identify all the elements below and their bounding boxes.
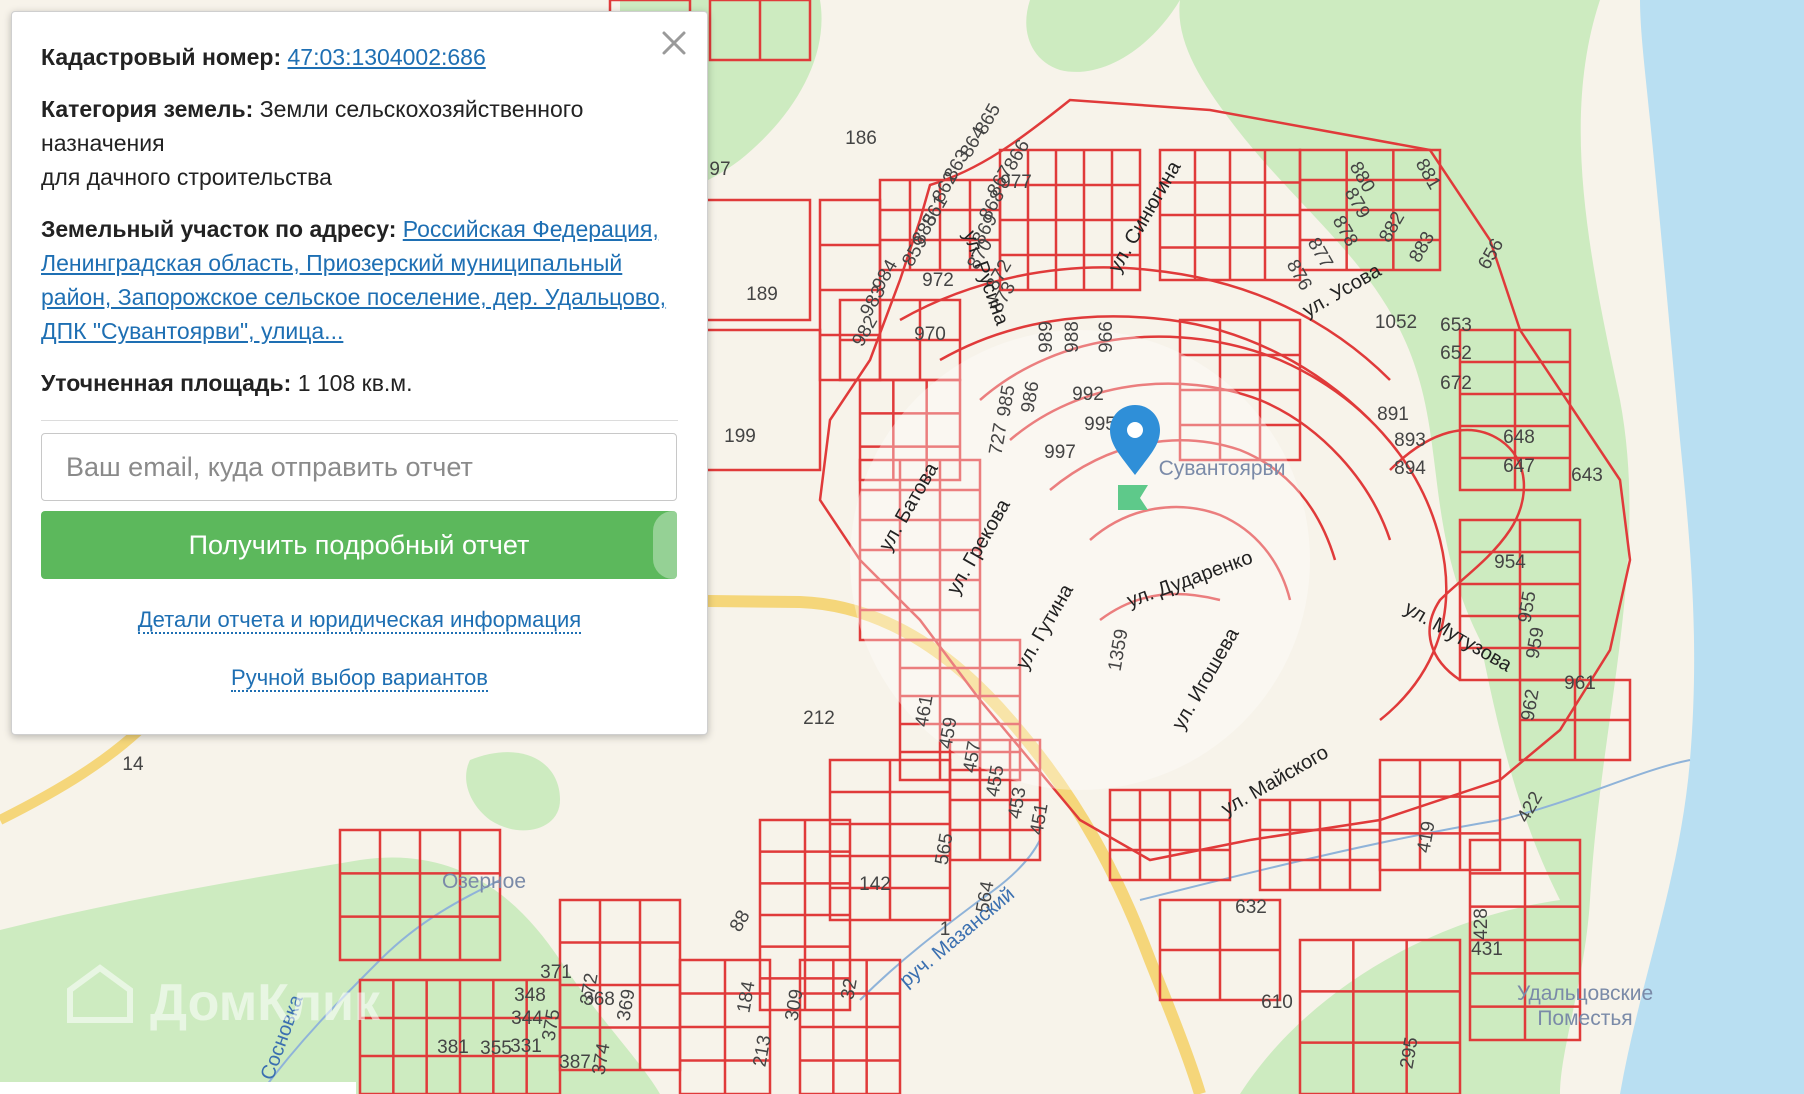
parcel-number-label: 142 [859, 874, 891, 895]
parcel-number-label: 189 [746, 284, 778, 305]
parcel-number-label: 212 [803, 708, 835, 729]
get-report-button[interactable]: Получить подробный отчет [41, 511, 677, 579]
report-details-link[interactable]: Детали отчета и юридическая информация [137, 607, 582, 634]
parcel-number-label: 643 [1571, 465, 1603, 486]
parcel-number-label: 632 [1235, 897, 1267, 918]
parcel-number-label: 989 [1036, 321, 1057, 353]
parcel-number-label: 962 [1517, 688, 1543, 723]
parcel-number-label: 1052 [1375, 312, 1417, 333]
parcel-number-label: 988 [1062, 321, 1083, 353]
parcel-number-label: 453 [1004, 786, 1030, 821]
parcel-number-label: 648 [1503, 427, 1535, 448]
parcel-number-label: 653 [1440, 315, 1472, 336]
bottom-strip [0, 1082, 356, 1094]
cadastral-number-link[interactable]: 47:03:1304002:686 [288, 44, 486, 70]
get-report-label: Получить подробный отчет [188, 529, 530, 560]
street-name-label: ул. Майского [1218, 741, 1333, 820]
parcel-number-label: 455 [982, 764, 1008, 799]
parcel-number-label: 387 [559, 1052, 591, 1073]
street-name-label: ул. Мутузова [1400, 597, 1516, 677]
parcel-number-label: 368 [583, 989, 615, 1010]
parcel-number-label: 565 [931, 832, 957, 867]
parcel-number-label: 954 [1494, 552, 1526, 573]
area-value: 1 108 кв.м. [297, 370, 413, 396]
parcel-number-label: 656 [1474, 235, 1508, 273]
manual-link-row: Ручной выбор вариантов [41, 665, 678, 692]
watermark-house-icon [67, 964, 133, 1023]
area-label: Уточненная площадь: [41, 370, 292, 396]
parcel-number-label: 982 [848, 312, 882, 350]
parcel-number-label: 14 [122, 754, 144, 775]
place-name-label: Поместья [1537, 1007, 1632, 1030]
parcel-number-label: 331 [510, 1036, 542, 1057]
place-name-label: Сувантоярви [1159, 457, 1286, 480]
parcel-number-label: 369 [613, 988, 639, 1023]
parcel-number-label: 672 [1440, 373, 1472, 394]
parcel-number-label: 97 [709, 159, 730, 180]
parcel-number-label: 647 [1503, 456, 1535, 477]
manual-selection-link[interactable]: Ручной выбор вариантов [231, 665, 488, 692]
parcel-number-label: 355 [480, 1038, 512, 1059]
parcel-number-label: 431 [1471, 939, 1503, 960]
street-name-label: ул. Усова [1299, 259, 1386, 322]
parcel-number-label: 32 [837, 977, 861, 1001]
parcel-number-label: 451 [1026, 802, 1052, 837]
street-name-label: ул. Синюгина [1104, 157, 1186, 277]
parcel-number-label: 992 [1072, 384, 1104, 405]
button-shine [653, 511, 677, 579]
parcel-number-label: 997 [1044, 442, 1076, 463]
parcel-number-label: 959 [1522, 626, 1548, 661]
parcel-number-label: 876 [1282, 256, 1316, 294]
parcel-number-label: 186 [845, 128, 877, 149]
parcel-number-label: 344 [511, 1008, 543, 1029]
parcel-number-label: 966 [1096, 321, 1117, 353]
parcel-number-label: 422 [1513, 788, 1547, 826]
parcel-number-label: 295 [1396, 1036, 1422, 1071]
parcel-number-label: 877 [1303, 234, 1337, 272]
parcel-number-label: 961 [1564, 673, 1596, 694]
parcel-number-label: 881 [1411, 155, 1445, 193]
street-name-label: руч. Мазанский [895, 883, 1018, 992]
cadastral-row: Кадастровый номер: 47:03:1304002:686 [41, 40, 678, 74]
parcel-number-label: 371 [540, 962, 572, 983]
parcel-number-label: 199 [724, 426, 756, 447]
category-use: для дачного строительства [41, 164, 332, 190]
parcel-number-label: 977 [1000, 172, 1032, 193]
parcel-number-label: 184 [733, 979, 759, 1014]
area-row: Уточненная площадь: 1 108 кв.м. [41, 366, 678, 400]
address-row: Земельный участок по адресу: Российская … [41, 212, 678, 348]
parcel-number-label: 309 [781, 988, 807, 1023]
place-name-label: Удальцовские [1517, 982, 1653, 1005]
address-label: Земельный участок по адресу: [41, 216, 397, 242]
parcel-number-label: 955 [1514, 590, 1540, 625]
parcel-info-popup: Кадастровый номер: 47:03:1304002:686 Кат… [11, 11, 708, 735]
parcel-number-label: 882 [1375, 208, 1409, 246]
parcel-number-label: 348 [514, 985, 546, 1006]
details-link-row: Детали отчета и юридическая информация [41, 607, 678, 634]
category-row: Категория земель: Земли сельскохозяйстве… [41, 92, 678, 194]
divider [41, 420, 678, 421]
parcel-number-label: 88 [726, 907, 755, 936]
place-name-label: Озерное [442, 870, 526, 893]
parcel-number-label: 894 [1394, 458, 1426, 479]
parcel-number-label: 77 [889, 0, 910, 5]
category-label: Категория земель: [41, 96, 254, 122]
parcel-number-label: 457 [959, 740, 985, 775]
parcel-number-label: 970 [914, 324, 946, 345]
email-input[interactable] [41, 433, 677, 501]
parcel-number-label: 891 [1377, 404, 1409, 425]
parcel-number-label: 374 [588, 1041, 614, 1076]
parcel-number-label: 381 [437, 1037, 469, 1058]
parcel-number-label: 419 [1413, 820, 1439, 855]
watermark-logo: ДомКлик [150, 974, 381, 1032]
parcel-number-label: 428 [1471, 908, 1492, 940]
close-icon[interactable] [657, 26, 691, 60]
parcel-number-label: 883 [1405, 228, 1439, 266]
parcel-number-label: 610 [1261, 992, 1293, 1013]
parcel-number-label: 652 [1440, 343, 1472, 364]
cadastral-label: Кадастровый номер: [41, 44, 282, 70]
parcel-number-label: 893 [1394, 430, 1426, 451]
parcel-number-label: 972 [922, 270, 954, 291]
parcel-number-label: 213 [749, 1034, 775, 1069]
